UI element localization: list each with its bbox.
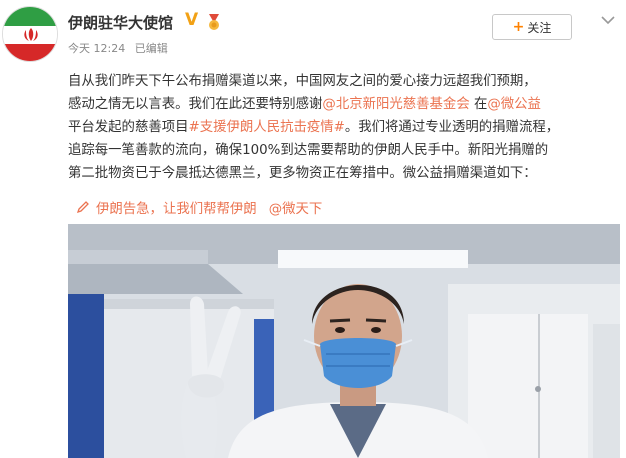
body-text: 感动之情无以言表。我们在此还要特别感谢 xyxy=(68,97,323,112)
edited-label: 已编辑 xyxy=(134,42,168,55)
body-text: 在 xyxy=(469,97,488,112)
medal-icon xyxy=(209,14,219,30)
verified-v-icon: V xyxy=(185,10,199,30)
post-meta: 今天 12:24 已编辑 xyxy=(68,40,174,56)
body-line-1: 自从我们昨天下午公布捐赠渠道以来，中国网友之间的爱心接力远超我们预期， xyxy=(68,74,537,89)
body-text: 。我们将通过专业透明的捐赠流程， xyxy=(344,120,560,135)
author-name[interactable]: 伊朗驻华大使馆 xyxy=(68,12,173,33)
iran-flag-avatar-image xyxy=(3,7,57,61)
body-text: 平台发起的慈善项目 xyxy=(68,120,189,135)
topic-tag-link[interactable]: 伊朗告急，让我们帮帮伊朗 xyxy=(96,197,257,217)
body-line-2: 感动之情无以言表。我们在此还要特别感谢@北京新阳光慈善基金会 在@微公益 xyxy=(68,93,618,116)
follow-plus-icon: + xyxy=(512,19,525,35)
post-body: 自从我们昨天下午公布捐赠渠道以来，中国网友之间的爱心接力远超我们预期， 感动之情… xyxy=(68,70,618,185)
body-line-4: 追踪每一笔善款的流向，确保100%到达需要帮助的伊朗人民手中。新阳光捐赠的 xyxy=(68,143,549,158)
pencil-tag-icon xyxy=(76,201,89,214)
chevron-down-icon[interactable] xyxy=(600,14,616,26)
post-photo[interactable] xyxy=(68,224,620,458)
mention-tag-link[interactable]: @微天下 xyxy=(269,197,323,217)
author-avatar[interactable] xyxy=(2,6,58,62)
mention-link[interactable]: @北京新阳光慈善基金会 xyxy=(322,97,469,112)
topic-tags: 伊朗告急，让我们帮帮伊朗 @微天下 xyxy=(76,197,334,217)
body-line-3: 平台发起的慈善项目#支援伊朗人民抗击疫情#。我们将通过专业透明的捐赠流程， xyxy=(68,116,618,139)
doctor-peace-sign-photo xyxy=(68,224,620,458)
follow-button-label: 关注 xyxy=(527,20,552,35)
follow-button[interactable]: + 关注 xyxy=(492,14,572,40)
hashtag-link[interactable]: #支援伊朗人民抗击疫情# xyxy=(189,120,345,135)
post-time[interactable]: 今天 12:24 xyxy=(68,42,125,55)
weibo-post: 伊朗驻华大使馆 V 今天 12:24 已编辑 + 关注 自从我们昨天下午公布捐赠… xyxy=(0,0,626,458)
mention-link[interactable]: @微公益 xyxy=(487,97,541,112)
body-line-5: 第二批物资已于今晨抵达德黑兰，更多物资正在筹措中。微公益捐赠渠道如下： xyxy=(68,166,537,181)
